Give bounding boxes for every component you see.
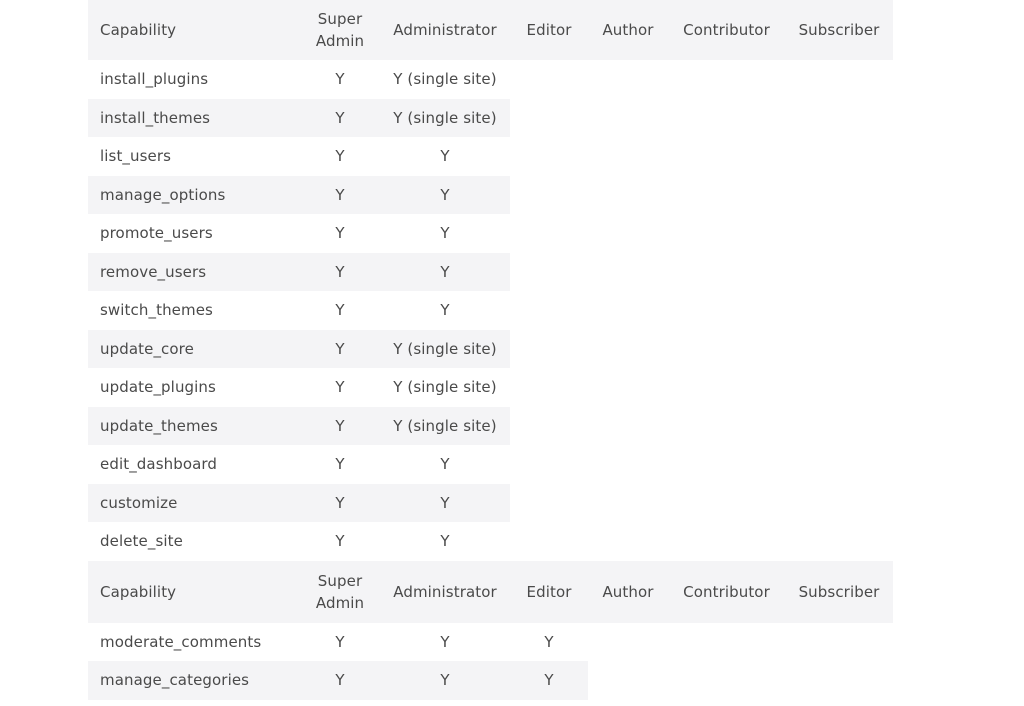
header-contributor: Contributor: [668, 561, 785, 623]
cell-capability: update_plugins: [100, 378, 216, 397]
header-author: Author: [588, 561, 668, 623]
cell-super-admin: Y: [300, 252, 380, 291]
page: Capability Super Admin Administrator Editor…: [0, 0, 1024, 706]
header-capability: Capability: [88, 561, 300, 623]
table-row: install_themes Y Y (single site): [88, 98, 893, 137]
cell-capability: manage_options: [88, 175, 300, 214]
cell-capability: moderate_comments: [100, 632, 262, 651]
cell-capability: customize: [88, 483, 300, 522]
table-row: update_themes Y Y (single site): [88, 406, 893, 445]
cell-capability: remove_users: [88, 252, 300, 291]
table-row: moderate_comments Y Y Y: [88, 623, 893, 662]
cell-capability: edit_dashboard: [100, 455, 218, 474]
cell-administrator: Y: [380, 661, 510, 700]
cell-administrator: Y (single site): [380, 406, 510, 445]
cell-super-admin: Y: [335, 632, 345, 651]
header-super-admin: Super Admin: [300, 0, 380, 60]
table-row: manage_categories Y Y Y: [88, 661, 893, 700]
cell-super-admin: Y: [300, 483, 380, 522]
header-subscriber-label: Subscriber: [798, 582, 880, 601]
cell-capability: update_core: [88, 329, 300, 368]
header-super-admin-label: Super Admin: [315, 571, 365, 612]
table-row: customize Y Y: [88, 483, 893, 522]
table-row: install_plugins Y Y (single site): [88, 60, 893, 99]
header-editor: Editor: [510, 561, 588, 623]
table-row: switch_themes Y Y: [88, 291, 893, 330]
cell-administrator: Y: [380, 252, 510, 291]
table-row: manage_options Y Y: [88, 175, 893, 214]
cell-super-admin: Y: [335, 532, 345, 551]
table-header-row: Capability Super Admin Administrator Editor…: [88, 0, 893, 60]
cell-super-admin: Y: [300, 98, 380, 137]
table-row: edit_dashboard Y Y: [88, 445, 893, 484]
header-editor-label: Editor: [526, 582, 572, 601]
cell-super-admin: Y: [300, 661, 380, 700]
table-row: list_users Y Y: [88, 137, 893, 176]
header-super-admin: Super Admin: [300, 561, 380, 623]
header-contributor: Contributor: [668, 0, 785, 60]
cell-administrator: Y: [440, 455, 450, 474]
cell-capability: install_themes: [88, 98, 300, 137]
cell-editor: Y: [510, 661, 588, 700]
cell-super-admin: Y: [300, 406, 380, 445]
cell-administrator: Y: [380, 175, 510, 214]
cell-editor: Y: [544, 632, 554, 651]
header-author-label: Author: [602, 21, 654, 39]
cell-super-admin: Y: [300, 329, 380, 368]
cell-administrator: Y (single site): [393, 378, 497, 397]
table-row: update_core Y Y (single site): [88, 329, 893, 368]
cell-super-admin: Y: [335, 224, 345, 243]
header-author-label: Author: [602, 582, 654, 601]
header-contributor-label: Contributor: [683, 582, 770, 601]
table-header-row: Capability Super Admin Administrator Editor…: [88, 560, 893, 623]
cell-administrator: Y: [440, 632, 450, 651]
header-capability: Capability: [88, 0, 300, 60]
header-editor: Editor: [510, 0, 588, 60]
cell-capability: switch_themes: [100, 301, 213, 320]
cell-capability: promote_users: [100, 224, 213, 243]
header-subscriber-label: Subscriber: [798, 21, 880, 39]
cell-administrator: Y: [440, 301, 450, 320]
cell-super-admin: Y: [300, 175, 380, 214]
header-administrator-label: Administrator: [393, 582, 497, 601]
header-administrator-label: Administrator: [393, 21, 497, 39]
cell-super-admin: Y: [335, 301, 345, 320]
cell-capability: list_users: [100, 147, 172, 166]
cell-administrator: Y: [440, 224, 450, 243]
cell-super-admin: Y: [335, 455, 345, 474]
cell-super-admin: Y: [335, 70, 345, 89]
cell-super-admin: Y: [335, 378, 345, 397]
header-administrator: Administrator: [380, 0, 510, 60]
header-administrator: Administrator: [380, 561, 510, 623]
header-editor-label: Editor: [526, 21, 572, 39]
cell-capability: update_themes: [88, 406, 300, 445]
capabilities-table: Capability Super Admin Administrator Editor…: [88, 0, 893, 700]
header-contributor-label: Contributor: [683, 21, 770, 39]
cell-administrator: Y: [380, 483, 510, 522]
table-row: remove_users Y Y: [88, 252, 893, 291]
cell-administrator: Y (single site): [393, 70, 497, 89]
cell-administrator: Y (single site): [380, 329, 510, 368]
header-capability-label: Capability: [100, 21, 177, 39]
header-author: Author: [588, 0, 668, 60]
cell-super-admin: Y: [335, 147, 345, 166]
header-capability-label: Capability: [100, 582, 177, 601]
table-row: delete_site Y Y: [88, 522, 893, 561]
cell-administrator: Y: [440, 532, 450, 551]
cell-administrator: Y (single site): [380, 98, 510, 137]
header-subscriber: Subscriber: [785, 561, 893, 623]
cell-administrator: Y: [440, 147, 450, 166]
cell-capability: delete_site: [100, 532, 183, 551]
cell-capability: manage_categories: [88, 661, 300, 700]
header-subscriber: Subscriber: [785, 0, 893, 60]
table-row: update_plugins Y Y (single site): [88, 368, 893, 407]
cell-capability: install_plugins: [100, 70, 209, 89]
header-super-admin-label: Super Admin: [315, 10, 365, 50]
table-row: promote_users Y Y: [88, 214, 893, 253]
